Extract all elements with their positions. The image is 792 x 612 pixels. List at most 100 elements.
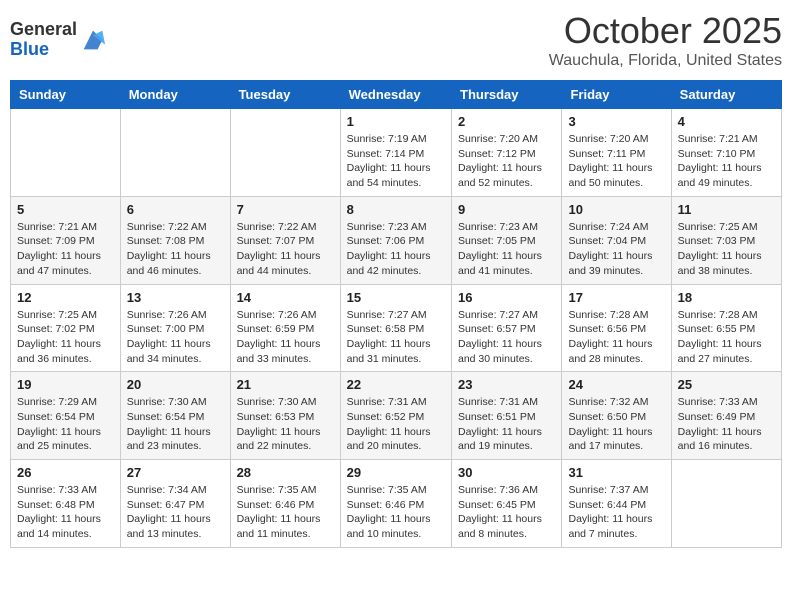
calendar-cell: 5 Sunrise: 7:21 AM Sunset: 7:09 PM Daylig… xyxy=(11,196,121,284)
calendar-cell: 15Sunrise: 7:27 AM Sunset: 6:58 PM Dayli… xyxy=(340,284,451,372)
calendar-cell: 29 Sunrise: 7:35 AM Sunset: 6:46 PM Dayli… xyxy=(340,460,451,548)
calendar-cell xyxy=(11,109,121,197)
month-title: October 2025 xyxy=(549,10,782,52)
logo-icon xyxy=(79,26,107,54)
day-number: 12 xyxy=(17,290,114,305)
day-info: Sunrise: 7:26 AM Sunset: 6:59 PM Dayligh… xyxy=(237,308,334,367)
calendar-header-tuesday: Tuesday xyxy=(230,81,340,109)
day-number: 28 xyxy=(237,465,334,480)
day-info: Sunrise: 7:35 AM Sunset: 6:46 PM Dayligh… xyxy=(237,483,334,542)
calendar-header-friday: Friday xyxy=(562,81,671,109)
day-info: Sunrise: 7:31 AM Sunset: 6:52 PM Dayligh… xyxy=(347,395,445,454)
day-number: 19 xyxy=(17,377,114,392)
day-number: 30 xyxy=(458,465,555,480)
day-number: 25 xyxy=(678,377,775,392)
day-number: 16 xyxy=(458,290,555,305)
day-number: 20 xyxy=(127,377,224,392)
day-info: Sunrise: 7:22 AM Sunset: 7:07 PM Dayligh… xyxy=(237,220,334,279)
calendar-cell: 3Sunrise: 7:20 AM Sunset: 7:11 PM Daylig… xyxy=(562,109,671,197)
day-info: Sunrise: 7:22 AM Sunset: 7:08 PM Dayligh… xyxy=(127,220,224,279)
day-info: Sunrise: 7:19 AM Sunset: 7:14 PM Dayligh… xyxy=(347,132,445,191)
calendar-cell: 16 Sunrise: 7:27 AM Sunset: 6:57 PM Dayli… xyxy=(452,284,562,372)
calendar-cell: 17 Sunrise: 7:28 AM Sunset: 6:56 PM Dayli… xyxy=(562,284,671,372)
logo-general: General xyxy=(10,20,77,40)
day-number: 31 xyxy=(568,465,664,480)
calendar-cell: 13 Sunrise: 7:26 AM Sunset: 7:00 PM Dayli… xyxy=(120,284,230,372)
day-number: 24 xyxy=(568,377,664,392)
calendar-cell: 10Sunrise: 7:24 AM Sunset: 7:04 PM Dayli… xyxy=(562,196,671,284)
day-number: 2 xyxy=(458,114,555,129)
calendar-cell: 18 Sunrise: 7:28 AM Sunset: 6:55 PM Dayli… xyxy=(671,284,781,372)
day-info: Sunrise: 7:37 AM Sunset: 6:44 PM Dayligh… xyxy=(568,483,664,542)
calendar-cell: 21Sunrise: 7:30 AM Sunset: 6:53 PM Dayli… xyxy=(230,372,340,460)
calendar-header-wednesday: Wednesday xyxy=(340,81,451,109)
day-number: 10 xyxy=(568,202,664,217)
day-info: Sunrise: 7:21 AM Sunset: 7:10 PM Dayligh… xyxy=(678,132,775,191)
day-info: Sunrise: 7:34 AM Sunset: 6:47 PM Dayligh… xyxy=(127,483,224,542)
location-title: Wauchula, Florida, United States xyxy=(549,52,782,70)
logo-blue: Blue xyxy=(10,40,77,60)
day-number: 13 xyxy=(127,290,224,305)
day-info: Sunrise: 7:28 AM Sunset: 6:55 PM Dayligh… xyxy=(678,308,775,367)
day-info: Sunrise: 7:27 AM Sunset: 6:57 PM Dayligh… xyxy=(458,308,555,367)
calendar-cell: 22 Sunrise: 7:31 AM Sunset: 6:52 PM Dayli… xyxy=(340,372,451,460)
day-info: Sunrise: 7:21 AM Sunset: 7:09 PM Dayligh… xyxy=(17,220,114,279)
day-number: 22 xyxy=(347,377,445,392)
calendar-cell: 9Sunrise: 7:23 AM Sunset: 7:05 PM Daylig… xyxy=(452,196,562,284)
calendar-table: SundayMondayTuesdayWednesdayThursdayFrid… xyxy=(10,80,782,548)
calendar-cell xyxy=(671,460,781,548)
calendar-cell: 1 Sunrise: 7:19 AM Sunset: 7:14 PM Daylig… xyxy=(340,109,451,197)
calendar-week-5: 26 Sunrise: 7:33 AM Sunset: 6:48 PM Dayli… xyxy=(11,460,782,548)
calendar-cell: 2 Sunrise: 7:20 AM Sunset: 7:12 PM Daylig… xyxy=(452,109,562,197)
calendar-header-sunday: Sunday xyxy=(11,81,121,109)
calendar-cell: 28 Sunrise: 7:35 AM Sunset: 6:46 PM Dayli… xyxy=(230,460,340,548)
day-number: 6 xyxy=(127,202,224,217)
day-info: Sunrise: 7:25 AM Sunset: 7:03 PM Dayligh… xyxy=(678,220,775,279)
calendar-cell: 31 Sunrise: 7:37 AM Sunset: 6:44 PM Dayli… xyxy=(562,460,671,548)
calendar-cell xyxy=(120,109,230,197)
day-number: 23 xyxy=(458,377,555,392)
day-info: Sunrise: 7:35 AM Sunset: 6:46 PM Dayligh… xyxy=(347,483,445,542)
day-number: 11 xyxy=(678,202,775,217)
day-info: Sunrise: 7:33 AM Sunset: 6:48 PM Dayligh… xyxy=(17,483,114,542)
calendar-cell: 25 Sunrise: 7:33 AM Sunset: 6:49 PM Dayli… xyxy=(671,372,781,460)
day-info: Sunrise: 7:31 AM Sunset: 6:51 PM Dayligh… xyxy=(458,395,555,454)
calendar-cell: 8Sunrise: 7:23 AM Sunset: 7:06 PM Daylig… xyxy=(340,196,451,284)
calendar-cell: 26 Sunrise: 7:33 AM Sunset: 6:48 PM Dayli… xyxy=(11,460,121,548)
calendar-cell: 4Sunrise: 7:21 AM Sunset: 7:10 PM Daylig… xyxy=(671,109,781,197)
calendar-cell xyxy=(230,109,340,197)
day-number: 21 xyxy=(237,377,334,392)
day-number: 5 xyxy=(17,202,114,217)
calendar-cell: 12Sunrise: 7:25 AM Sunset: 7:02 PM Dayli… xyxy=(11,284,121,372)
title-block: October 2025 Wauchula, Florida, United S… xyxy=(549,10,782,70)
day-number: 3 xyxy=(568,114,664,129)
calendar-header-thursday: Thursday xyxy=(452,81,562,109)
calendar-cell: 30Sunrise: 7:36 AM Sunset: 6:45 PM Dayli… xyxy=(452,460,562,548)
page-header: General Blue October 2025 Wauchula, Flor… xyxy=(10,10,782,70)
day-number: 17 xyxy=(568,290,664,305)
day-info: Sunrise: 7:30 AM Sunset: 6:54 PM Dayligh… xyxy=(127,395,224,454)
day-info: Sunrise: 7:28 AM Sunset: 6:56 PM Dayligh… xyxy=(568,308,664,367)
calendar-week-3: 12Sunrise: 7:25 AM Sunset: 7:02 PM Dayli… xyxy=(11,284,782,372)
day-number: 29 xyxy=(347,465,445,480)
calendar-week-1: 1 Sunrise: 7:19 AM Sunset: 7:14 PM Daylig… xyxy=(11,109,782,197)
day-info: Sunrise: 7:26 AM Sunset: 7:00 PM Dayligh… xyxy=(127,308,224,367)
calendar-header-row: SundayMondayTuesdayWednesdayThursdayFrid… xyxy=(11,81,782,109)
day-number: 7 xyxy=(237,202,334,217)
calendar-cell: 23 Sunrise: 7:31 AM Sunset: 6:51 PM Dayli… xyxy=(452,372,562,460)
calendar-cell: 24Sunrise: 7:32 AM Sunset: 6:50 PM Dayli… xyxy=(562,372,671,460)
day-number: 15 xyxy=(347,290,445,305)
day-number: 27 xyxy=(127,465,224,480)
day-info: Sunrise: 7:33 AM Sunset: 6:49 PM Dayligh… xyxy=(678,395,775,454)
day-number: 26 xyxy=(17,465,114,480)
day-number: 14 xyxy=(237,290,334,305)
calendar-cell: 27 Sunrise: 7:34 AM Sunset: 6:47 PM Dayli… xyxy=(120,460,230,548)
calendar-cell: 19 Sunrise: 7:29 AM Sunset: 6:54 PM Dayli… xyxy=(11,372,121,460)
day-number: 1 xyxy=(347,114,445,129)
calendar-week-4: 19 Sunrise: 7:29 AM Sunset: 6:54 PM Dayli… xyxy=(11,372,782,460)
calendar-cell: 14 Sunrise: 7:26 AM Sunset: 6:59 PM Dayli… xyxy=(230,284,340,372)
day-number: 18 xyxy=(678,290,775,305)
day-info: Sunrise: 7:29 AM Sunset: 6:54 PM Dayligh… xyxy=(17,395,114,454)
day-info: Sunrise: 7:20 AM Sunset: 7:12 PM Dayligh… xyxy=(458,132,555,191)
day-number: 9 xyxy=(458,202,555,217)
